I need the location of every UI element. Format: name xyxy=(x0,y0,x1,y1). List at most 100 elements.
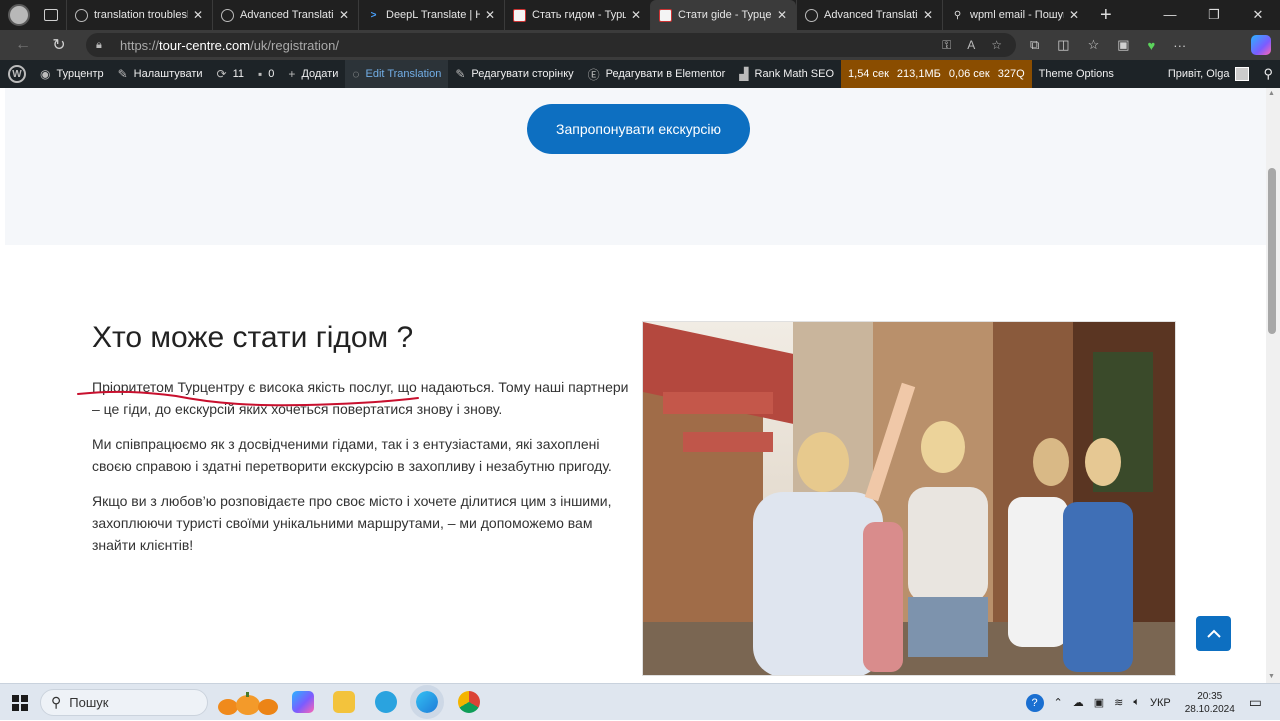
wifi-icon[interactable]: ≋ xyxy=(1114,696,1123,709)
favorites-icon[interactable]: ☆ xyxy=(1088,37,1100,53)
brush-icon: ✎ xyxy=(117,67,128,81)
site-name-label: Турцентр xyxy=(56,68,104,80)
edit-translation-menu[interactable]: ◌ Edit Translation xyxy=(345,60,449,88)
tab-title: Стать гидом - Турцен xyxy=(532,9,626,21)
minimize-icon[interactable]: — xyxy=(1148,0,1192,30)
tab-title: wpml email - Пошук xyxy=(970,9,1064,21)
pumpkins-widget-icon[interactable] xyxy=(216,687,280,717)
comments-menu[interactable]: ▪ 0 xyxy=(251,60,281,88)
add-new-menu[interactable]: + Додати xyxy=(281,60,345,88)
profile-avatar[interactable] xyxy=(8,4,30,26)
tab-actions-icon[interactable] xyxy=(44,9,58,21)
onedrive-icon[interactable]: ☁ xyxy=(1073,696,1084,709)
search-icon: ⚲ xyxy=(953,9,962,21)
close-icon[interactable]: ✕ xyxy=(630,8,642,22)
close-icon[interactable]: ✕ xyxy=(776,8,788,22)
paragraph-2: Ми співпрацюємо як з досвідченими гідами… xyxy=(92,436,612,474)
elementor-menu[interactable]: Ⓔ Редагувати в Elementor xyxy=(581,60,733,88)
account-menu[interactable]: Привіт, Olga xyxy=(1161,60,1257,88)
theme-options-menu[interactable]: Theme Options xyxy=(1032,60,1121,88)
customize-label: Налаштувати xyxy=(133,68,203,80)
chevron-up-icon xyxy=(1206,629,1221,638)
browser-tab[interactable]: Стать гидом - Турцен ✕ xyxy=(504,0,650,30)
back-arrow-icon[interactable]: ← xyxy=(8,36,38,54)
user-avatar xyxy=(1235,67,1250,81)
notifications-icon[interactable]: ▭ xyxy=(1249,694,1262,711)
address-bar-row: ← ↻ 🔒︎ https://tour-centre.com/uk/regist… xyxy=(0,30,1280,60)
browser-toolbar-buttons: ⧉ ◫ ☆ ▣ ♥ ··· xyxy=(1030,30,1186,60)
greeting-label: Привіт, Olga xyxy=(1167,68,1230,80)
help-icon[interactable]: ? xyxy=(1025,693,1044,712)
copilot-icon[interactable] xyxy=(1251,35,1271,55)
cta-section: Запропонувати екскурсію xyxy=(5,88,1266,245)
site-name-menu[interactable]: ◉ Турцентр xyxy=(33,60,111,88)
key-icon[interactable]: ⚿ xyxy=(942,38,951,53)
maximize-icon[interactable]: ❐ xyxy=(1192,0,1236,30)
browser-tab-active[interactable]: Стати gide - Турцентр ✕ xyxy=(650,0,796,30)
url-path: /uk/registration/ xyxy=(250,37,339,53)
collections-icon[interactable]: ▣ xyxy=(1117,37,1129,53)
rank-math-menu[interactable]: ▟ Rank Math SEO xyxy=(732,60,841,88)
close-window-icon[interactable]: ✕ xyxy=(1236,0,1280,30)
propose-tour-button[interactable]: Запропонувати екскурсію xyxy=(527,104,750,154)
browser-tab[interactable]: ⚲ wpml email - Пошук ✕ xyxy=(942,0,1088,30)
copilot-app-icon[interactable] xyxy=(292,691,314,713)
elementor-label: Редагувати в Elementor xyxy=(605,68,726,80)
chrome-icon[interactable] xyxy=(458,691,480,713)
file-explorer-icon[interactable] xyxy=(333,691,355,713)
telegram-icon[interactable] xyxy=(375,691,397,713)
windows-start-icon[interactable] xyxy=(12,695,28,711)
pencil-icon: ✎ xyxy=(455,67,466,81)
browser-tab[interactable]: Advanced Translation ✕ xyxy=(796,0,942,30)
browser-essentials-icon[interactable]: ♥ xyxy=(1148,38,1156,53)
close-icon[interactable]: ✕ xyxy=(922,8,934,22)
scroll-down-arrow-icon[interactable]: ▼ xyxy=(1268,673,1275,680)
page-content: Запропонувати екскурсію Хто може стати г… xyxy=(0,88,1266,683)
browser-tab-bar: translation troubleshoo ✕ Advanced Trans… xyxy=(0,0,1280,30)
edit-page-label: Редагувати сторінку xyxy=(471,68,574,80)
url-actions: ⚿ A ☆ xyxy=(942,38,1002,53)
scroll-up-arrow-icon[interactable]: ▲ xyxy=(1268,90,1275,97)
notification-app-icon[interactable]: ▣ xyxy=(1094,696,1104,709)
read-aloud-icon[interactable]: A xyxy=(967,38,975,53)
volume-icon[interactable]: 🔈︎ xyxy=(1133,696,1140,709)
browser-tab[interactable]: Advanced Translation ✕ xyxy=(212,0,358,30)
customize-menu[interactable]: ✎ Налаштувати xyxy=(111,60,210,88)
clock[interactable]: 20:35 28.10.2024 xyxy=(1185,690,1235,716)
clock-date: 28.10.2024 xyxy=(1184,703,1235,715)
split-screen-icon[interactable]: ◫ xyxy=(1057,37,1069,53)
deepl-icon: > xyxy=(370,9,377,21)
search-placeholder: Пошук xyxy=(69,695,109,710)
new-tab-plus-icon[interactable]: + xyxy=(1100,5,1112,25)
scroll-to-top-button[interactable] xyxy=(1196,616,1231,651)
updates-count: 11 xyxy=(232,68,245,80)
edge-browser-icon[interactable] xyxy=(410,685,444,719)
qm-db-time: 0,06 сек xyxy=(948,68,990,80)
updates-menu[interactable]: ⟳ 11 xyxy=(210,60,251,88)
add-new-label: Додати xyxy=(301,68,339,80)
url-field[interactable]: 🔒︎ https://tour-centre.com/uk/registrati… xyxy=(86,33,1016,57)
browser-tab[interactable]: > DeepL Translate | Най ✕ xyxy=(358,0,504,30)
close-icon[interactable]: ✕ xyxy=(192,8,204,22)
language-indicator[interactable]: УКР xyxy=(1150,697,1171,709)
wp-search-button[interactable]: ⚲ xyxy=(1256,60,1280,88)
close-icon[interactable]: ✕ xyxy=(484,8,496,22)
refresh-icon[interactable]: ↻ xyxy=(44,35,74,55)
query-monitor-menu[interactable]: 1,54 сек 213,1МБ 0,06 сек 327Q xyxy=(841,60,1032,88)
updates-icon: ⟳ xyxy=(216,67,227,81)
search-icon: ⚲ xyxy=(1263,66,1273,81)
qm-queries: 327Q xyxy=(997,68,1025,80)
wp-logo-menu[interactable]: W xyxy=(0,60,33,88)
site-icon xyxy=(659,8,672,22)
tray-chevron-icon[interactable]: ⌃ xyxy=(1054,696,1063,709)
taskbar-search[interactable]: ⚲ Пошук xyxy=(40,689,208,716)
close-icon[interactable]: ✕ xyxy=(1068,8,1080,22)
more-menu-icon[interactable]: ··· xyxy=(1173,38,1186,53)
extensions-icon[interactable]: ⧉ xyxy=(1030,37,1039,53)
browser-tab[interactable]: translation troubleshoo ✕ xyxy=(66,0,212,30)
edit-page-menu[interactable]: ✎ Редагувати сторінку xyxy=(448,60,580,88)
scrollbar-thumb[interactable] xyxy=(1268,168,1276,334)
close-icon[interactable]: ✕ xyxy=(338,8,350,22)
favorite-star-icon[interactable]: ☆ xyxy=(991,38,1002,53)
comments-count: 0 xyxy=(268,68,275,80)
